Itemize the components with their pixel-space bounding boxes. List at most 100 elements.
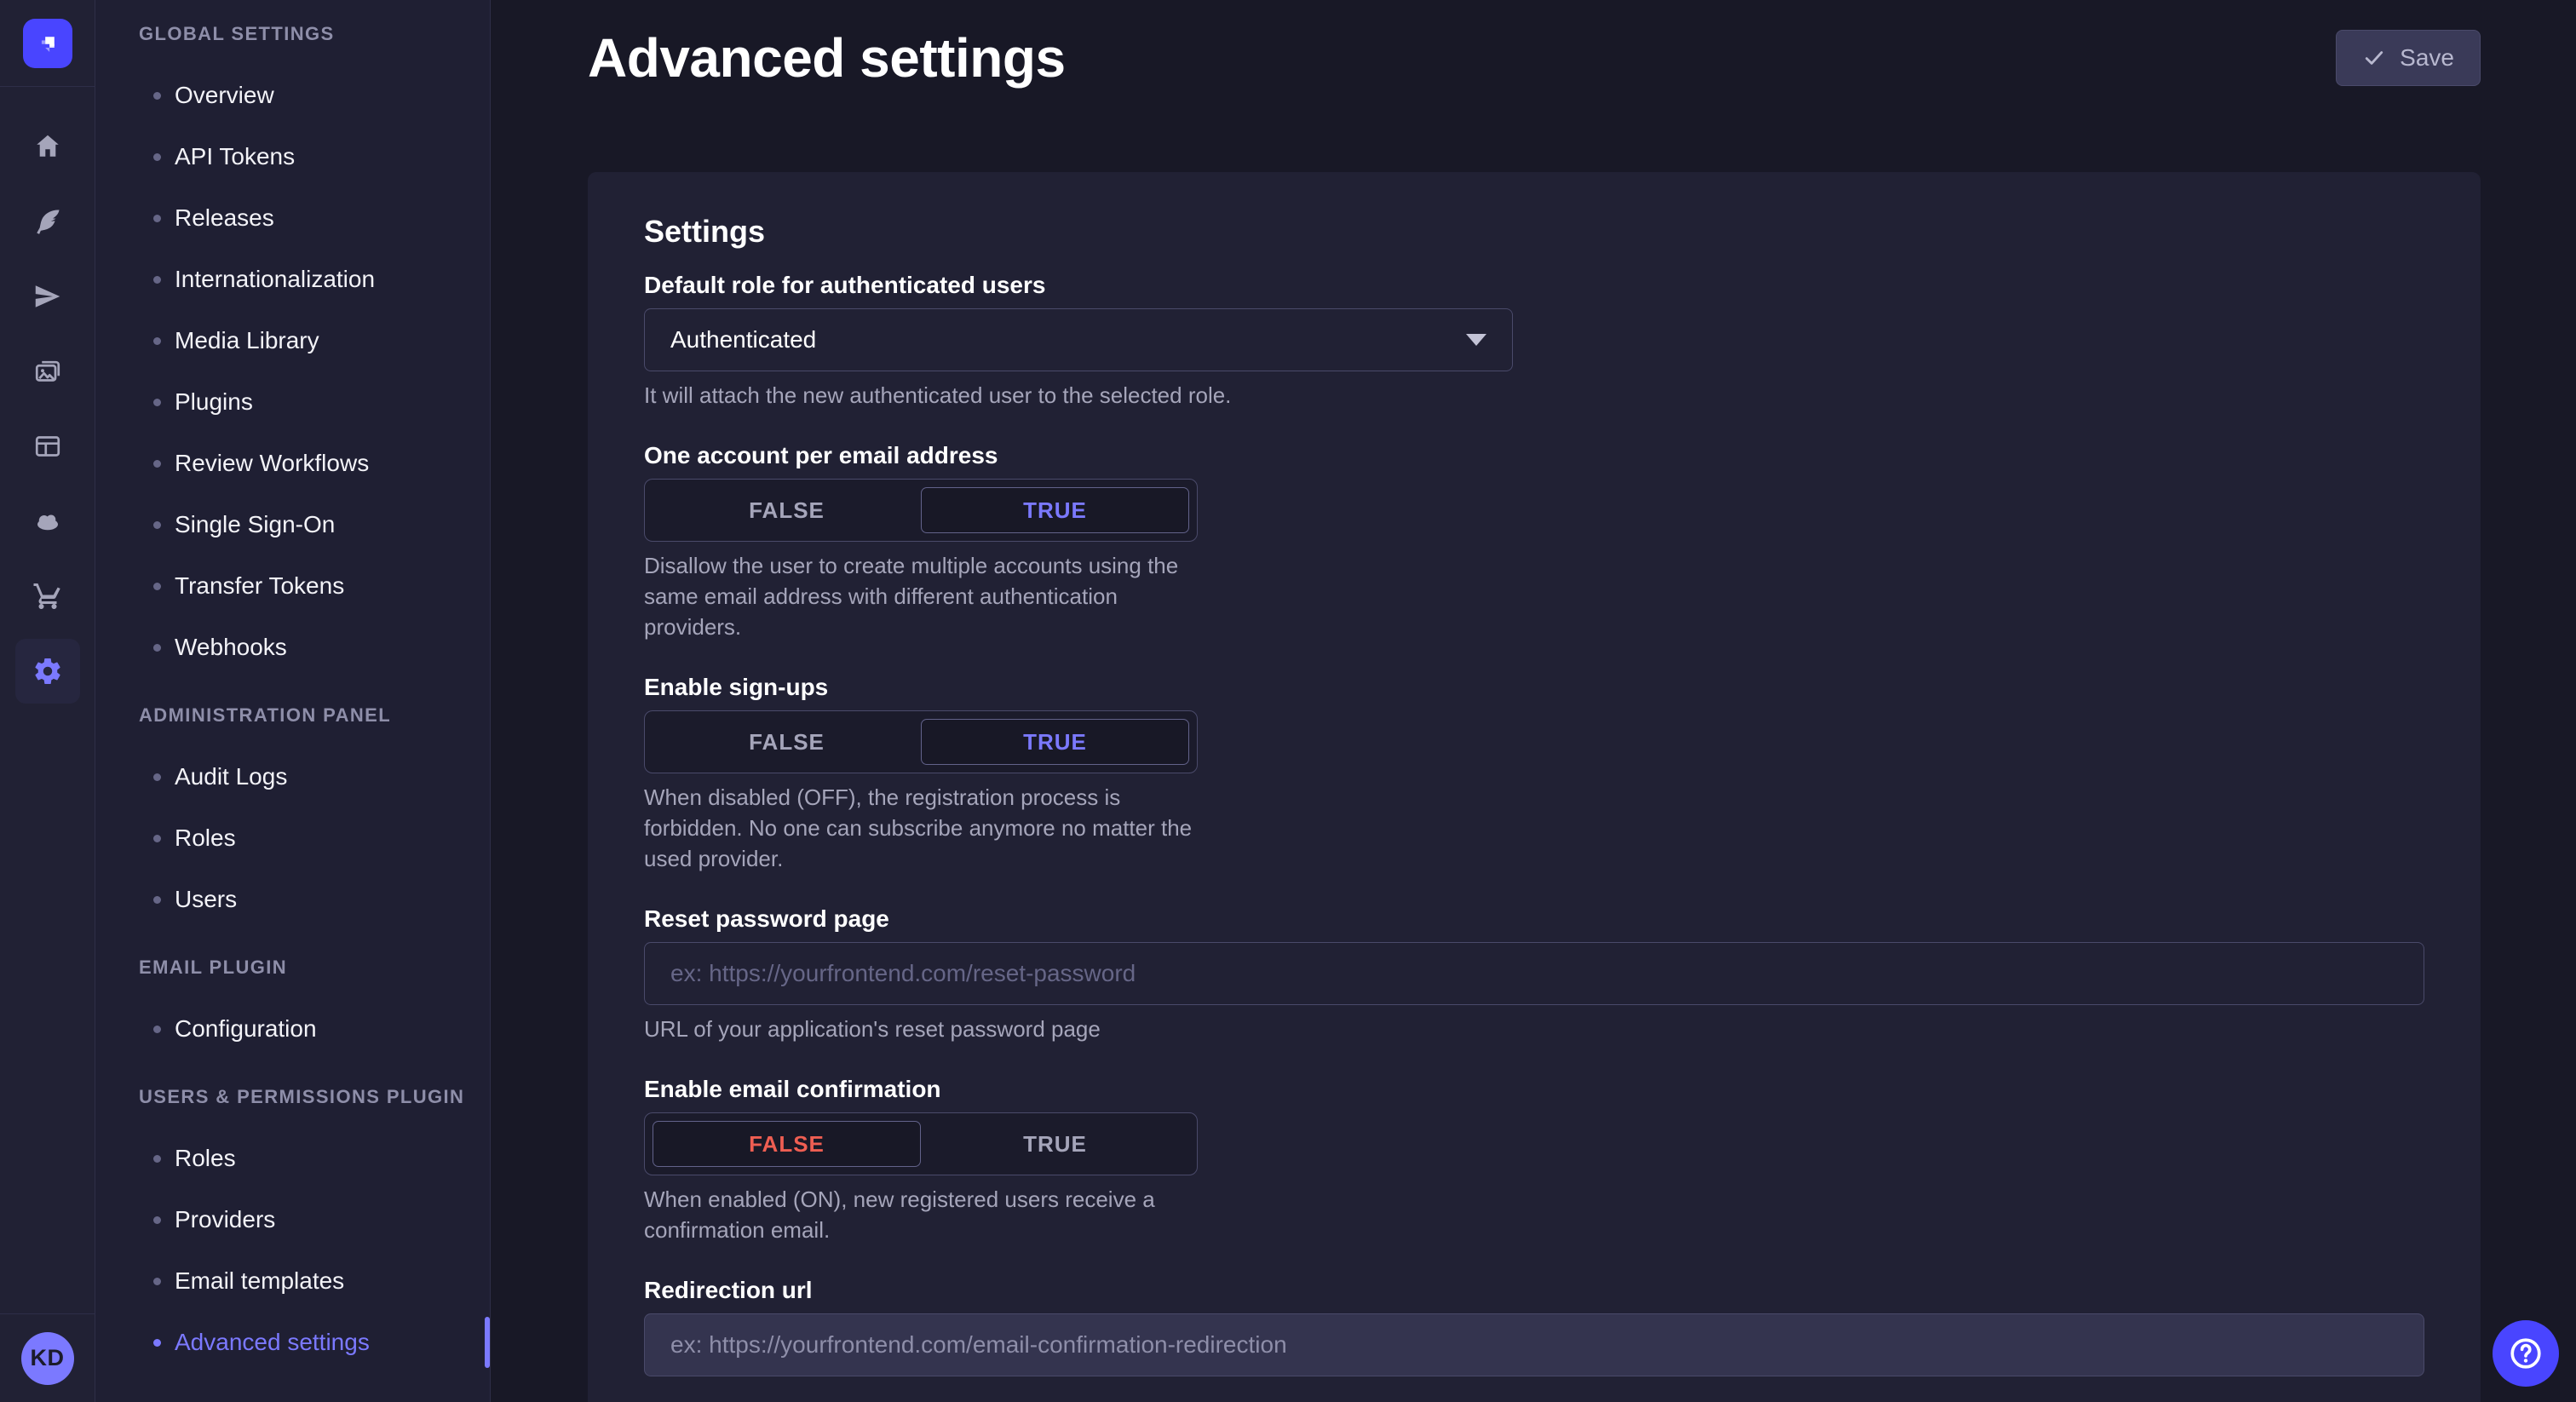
field-label: Default role for authenticated users — [644, 271, 2424, 300]
sidebar-item-label: API Tokens — [175, 143, 295, 170]
bullet-icon — [153, 773, 161, 781]
section-label: USERS & PERMISSIONS PLUGIN — [95, 1085, 490, 1109]
sidebar-item-admin-roles[interactable]: Roles — [95, 807, 490, 869]
sidebar-item-single-sign-on[interactable]: Single Sign-On — [95, 494, 490, 555]
sidebar-item-advanced-settings[interactable]: Advanced settings — [95, 1312, 490, 1373]
sidebar-item-audit-logs[interactable]: Audit Logs — [95, 746, 490, 807]
save-button[interactable]: Save — [2336, 30, 2481, 86]
default-role-select[interactable]: Authenticated — [644, 308, 1513, 371]
bullet-icon — [153, 215, 161, 222]
sidebar-item-label: Releases — [175, 204, 274, 232]
logo-container — [0, 0, 95, 87]
bullet-icon — [153, 835, 161, 842]
page-header: Advanced settings Save — [588, 26, 2481, 90]
field-reset-password: Reset password page URL of your applicat… — [644, 905, 2424, 1044]
sidebar-item-internationalization[interactable]: Internationalization — [95, 249, 490, 310]
toggle-false-button[interactable]: FALSE — [653, 719, 921, 765]
enable-signups-toggle: FALSE TRUE — [644, 710, 1198, 773]
chevron-down-icon — [1466, 334, 1486, 346]
sidebar-item-label: Audit Logs — [175, 763, 287, 790]
section-label: ADMINISTRATION PANEL — [95, 704, 490, 727]
bullet-icon — [153, 1216, 161, 1224]
rail-icon-list — [0, 87, 95, 709]
sidebar-item-label: Single Sign-On — [175, 511, 335, 538]
sidebar-item-label: Advanced settings — [175, 1329, 370, 1356]
sidebar-item-configuration[interactable]: Configuration — [95, 998, 490, 1060]
field-hint: It will attach the new authenticated use… — [644, 380, 2424, 411]
sidebar-item-label: Overview — [175, 82, 274, 109]
sidebar-item-label: Configuration — [175, 1015, 317, 1043]
redirection-url-input[interactable] — [644, 1313, 2424, 1376]
save-button-label: Save — [2400, 44, 2454, 72]
one-account-toggle: FALSE TRUE — [644, 479, 1198, 542]
toggle-false-button[interactable]: FALSE — [653, 1121, 921, 1167]
question-icon — [2507, 1335, 2544, 1372]
nav-section-email-plugin: EMAIL PLUGIN Configuration — [95, 956, 490, 1060]
sidebar-item-label: Email templates — [175, 1267, 344, 1295]
sidebar-item-releases[interactable]: Releases — [95, 187, 490, 249]
sidebar-item-label: Plugins — [175, 388, 253, 416]
toggle-true-button[interactable]: TRUE — [921, 1121, 1189, 1167]
sidebar-item-overview[interactable]: Overview — [95, 65, 490, 126]
card-heading: Settings — [644, 213, 2424, 250]
field-default-role: Default role for authenticated users Aut… — [644, 271, 2424, 411]
sidebar-item-label: Webhooks — [175, 634, 287, 661]
sidebar-item-media-library[interactable]: Media Library — [95, 310, 490, 371]
nav-section-global-settings: GLOBAL SETTINGS Overview API Tokens Rele… — [95, 22, 490, 678]
strapi-logo-icon[interactable] — [23, 19, 72, 68]
cart-icon[interactable] — [0, 559, 95, 634]
bullet-icon — [153, 1278, 161, 1285]
sidebar-item-label: Providers — [175, 1206, 275, 1233]
settings-active-tile — [15, 639, 80, 704]
field-email-confirmation: Enable email confirmation FALSE TRUE Whe… — [644, 1075, 1198, 1245]
sidebar-item-webhooks[interactable]: Webhooks — [95, 617, 490, 678]
sidebar-item-label: Transfer Tokens — [175, 572, 344, 600]
bullet-icon — [153, 460, 161, 468]
field-hint: When enabled (ON), new registered users … — [644, 1184, 1198, 1245]
sidebar-item-label: Roles — [175, 1145, 236, 1172]
nav-section-administration-panel: ADMINISTRATION PANEL Audit Logs Roles Us… — [95, 704, 490, 930]
field-label: Redirection url — [644, 1276, 2424, 1305]
check-icon — [2362, 46, 2386, 70]
settings-icon[interactable] — [0, 634, 95, 709]
sidebar-item-admin-users[interactable]: Users — [95, 869, 490, 930]
sidebar-item-email-templates[interactable]: Email templates — [95, 1250, 490, 1312]
field-enable-signups: Enable sign-ups FALSE TRUE When disabled… — [644, 673, 1198, 874]
avatar[interactable]: KD — [21, 1332, 74, 1385]
sidebar-item-review-workflows[interactable]: Review Workflows — [95, 433, 490, 494]
toggle-true-button[interactable]: TRUE — [921, 719, 1189, 765]
sidebar-item-label: Internationalization — [175, 266, 375, 293]
bullet-icon — [153, 153, 161, 161]
sidebar-item-label: Review Workflows — [175, 450, 369, 477]
feather-icon[interactable] — [0, 184, 95, 259]
home-icon[interactable] — [0, 109, 95, 184]
layout-icon[interactable] — [0, 409, 95, 484]
help-button[interactable] — [2493, 1320, 2559, 1387]
sidebar-item-up-roles[interactable]: Roles — [95, 1128, 490, 1189]
field-label: Reset password page — [644, 905, 2424, 934]
media-library-icon[interactable] — [0, 334, 95, 409]
reset-password-input[interactable] — [644, 942, 2424, 1005]
settings-card: Settings Default role for authenticated … — [588, 172, 2481, 1402]
sidebar-item-plugins[interactable]: Plugins — [95, 371, 490, 433]
sidebar-item-transfer-tokens[interactable]: Transfer Tokens — [95, 555, 490, 617]
cloud-icon[interactable] — [0, 484, 95, 559]
sidebar-item-api-tokens[interactable]: API Tokens — [95, 126, 490, 187]
bullet-icon — [153, 276, 161, 284]
bullet-icon — [153, 896, 161, 904]
toggle-false-button[interactable]: FALSE — [653, 487, 921, 533]
field-label: One account per email address — [644, 441, 1198, 470]
rail-footer: KD — [0, 1313, 95, 1402]
sidebar-item-providers[interactable]: Providers — [95, 1189, 490, 1250]
bullet-icon — [153, 337, 161, 345]
field-hint: When disabled (OFF), the registration pr… — [644, 782, 1198, 874]
bullet-icon — [153, 521, 161, 529]
send-icon[interactable] — [0, 259, 95, 334]
field-label: Enable sign-ups — [644, 673, 1198, 702]
bullet-icon — [153, 644, 161, 652]
email-confirmation-toggle: FALSE TRUE — [644, 1112, 1198, 1175]
toggle-true-button[interactable]: TRUE — [921, 487, 1189, 533]
sidebar-item-label: Users — [175, 886, 237, 913]
bullet-icon — [153, 583, 161, 590]
main-content: Advanced settings Save Settings Default … — [491, 0, 2576, 1402]
